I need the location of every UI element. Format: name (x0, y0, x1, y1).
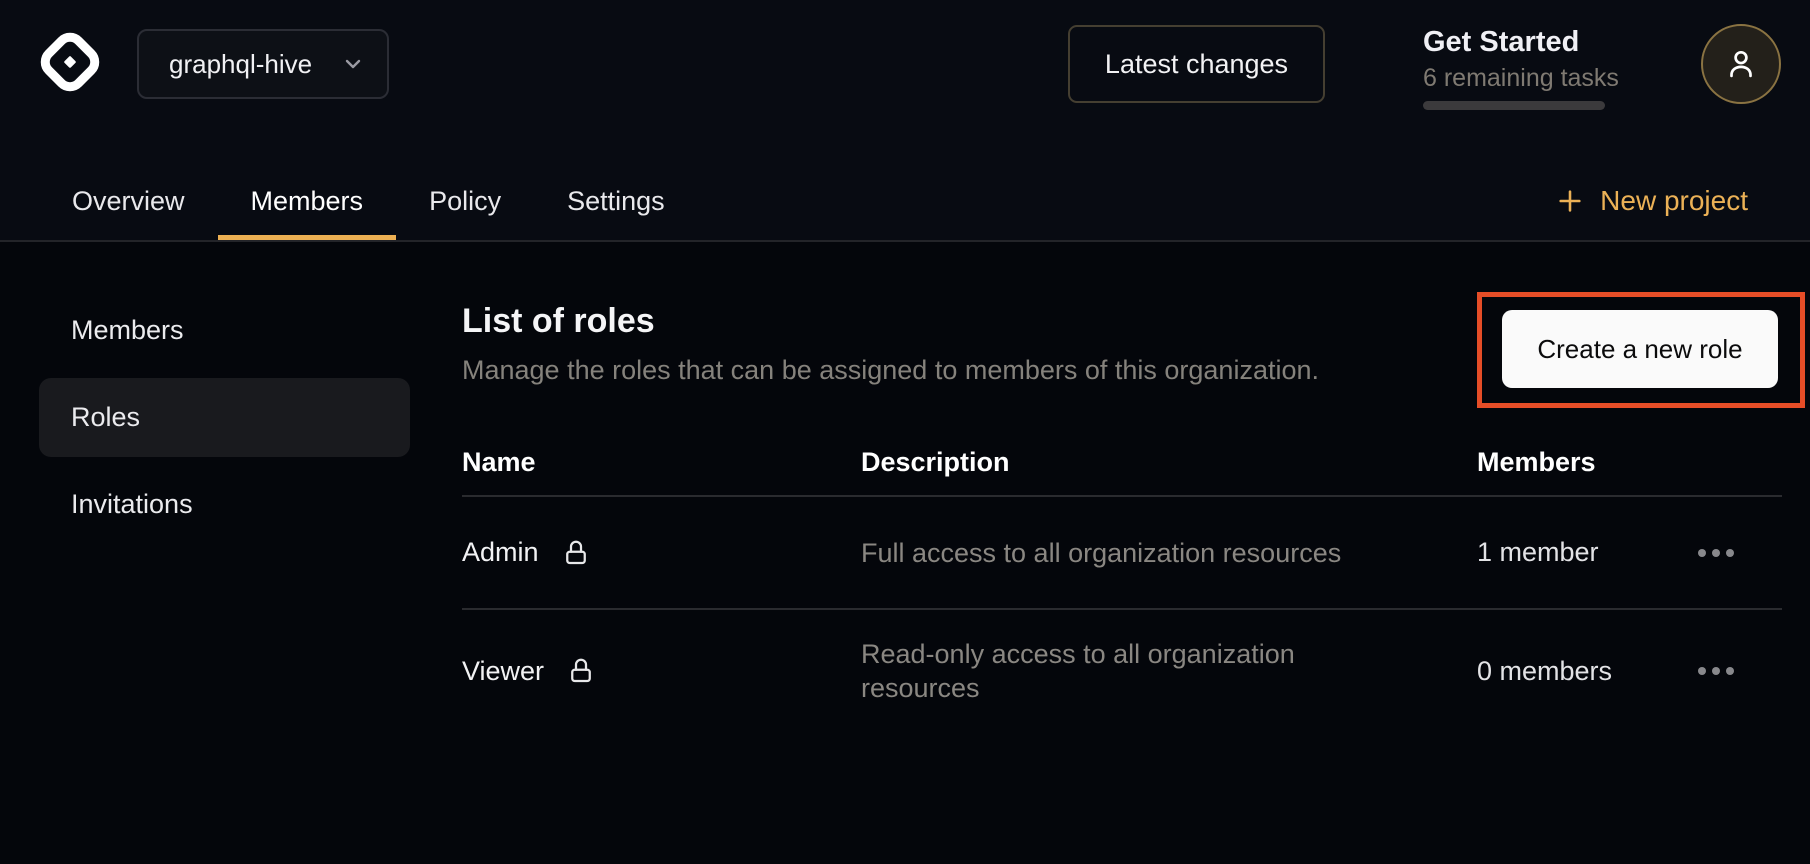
app-root: graphql-hive Latest changes Get Started … (0, 0, 1810, 864)
latest-changes-label: Latest changes (1105, 49, 1288, 80)
role-actions-cell (1696, 657, 1782, 685)
roles-table: Name Description Members Admin Full acce… (462, 430, 1782, 732)
sidebar-item-roles[interactable]: Roles (39, 378, 410, 457)
row-menu-admin-ellipsis-icon[interactable] (1696, 539, 1736, 567)
members-section-nav: Members Roles Invitations (39, 291, 410, 544)
row-menu-viewer-ellipsis-icon[interactable] (1696, 657, 1736, 685)
roles-table-header: Name Description Members (462, 430, 1782, 497)
tab-overview-label: Overview (72, 186, 185, 217)
tab-policy[interactable]: Policy (396, 162, 534, 240)
lock-icon (561, 538, 591, 568)
tab-settings-label: Settings (567, 186, 665, 217)
sidebar-item-members-label: Members (71, 315, 184, 346)
hive-logo-icon (38, 30, 102, 94)
person-icon (1722, 45, 1760, 83)
column-header-members: Members (1477, 447, 1696, 478)
get-started-widget[interactable]: Get Started 6 remaining tasks (1423, 25, 1605, 110)
organization-name: graphql-hive (169, 49, 341, 80)
role-actions-cell (1696, 539, 1782, 567)
top-chrome: graphql-hive Latest changes Get Started … (0, 0, 1810, 242)
get-started-title: Get Started (1423, 25, 1605, 59)
chevron-down-icon (341, 52, 365, 76)
create-new-role-button[interactable]: Create a new role (1502, 310, 1778, 388)
sidebar-item-roles-label: Roles (71, 402, 140, 433)
sidebar-item-invitations[interactable]: Invitations (39, 465, 410, 544)
role-name-cell: Admin (462, 537, 861, 568)
role-name-cell: Viewer (462, 656, 861, 687)
org-tabs: Overview Members Policy Settings (39, 162, 698, 240)
tab-policy-label: Policy (429, 186, 501, 217)
plus-icon (1556, 187, 1584, 215)
tab-overview[interactable]: Overview (39, 162, 218, 240)
role-name-viewer: Viewer (462, 656, 544, 687)
tab-settings[interactable]: Settings (534, 162, 698, 240)
sidebar-item-invitations-label: Invitations (71, 489, 193, 520)
lock-icon (566, 656, 596, 686)
get-started-subtitle: 6 remaining tasks (1423, 63, 1605, 93)
column-header-name: Name (462, 447, 861, 478)
get-started-progress-bar (1423, 101, 1605, 110)
page-subtitle: Manage the roles that can be assigned to… (462, 354, 1422, 386)
table-row-admin: Admin Full access to all organization re… (462, 497, 1782, 610)
hive-logo[interactable] (38, 30, 102, 94)
latest-changes-button[interactable]: Latest changes (1068, 25, 1325, 103)
role-members-viewer: 0 members (1477, 656, 1696, 687)
user-avatar[interactable] (1701, 24, 1781, 104)
new-project-button[interactable]: New project (1556, 162, 1748, 240)
new-project-label: New project (1600, 185, 1748, 217)
page-title: List of roles (462, 300, 1422, 342)
role-members-admin: 1 member (1477, 537, 1696, 568)
organization-selector[interactable]: graphql-hive (137, 29, 389, 99)
tab-members[interactable]: Members (218, 162, 397, 240)
tab-members-label: Members (251, 186, 364, 217)
role-description-admin: Full access to all organization resource… (861, 536, 1366, 570)
table-row-viewer: Viewer Read-only access to all organizat… (462, 610, 1782, 732)
role-name-admin: Admin (462, 537, 539, 568)
role-description-viewer: Read-only access to all organization res… (861, 637, 1366, 705)
column-header-description: Description (861, 447, 1477, 478)
page-header: List of roles Manage the roles that can … (462, 300, 1422, 386)
sidebar-item-members[interactable]: Members (39, 291, 410, 370)
